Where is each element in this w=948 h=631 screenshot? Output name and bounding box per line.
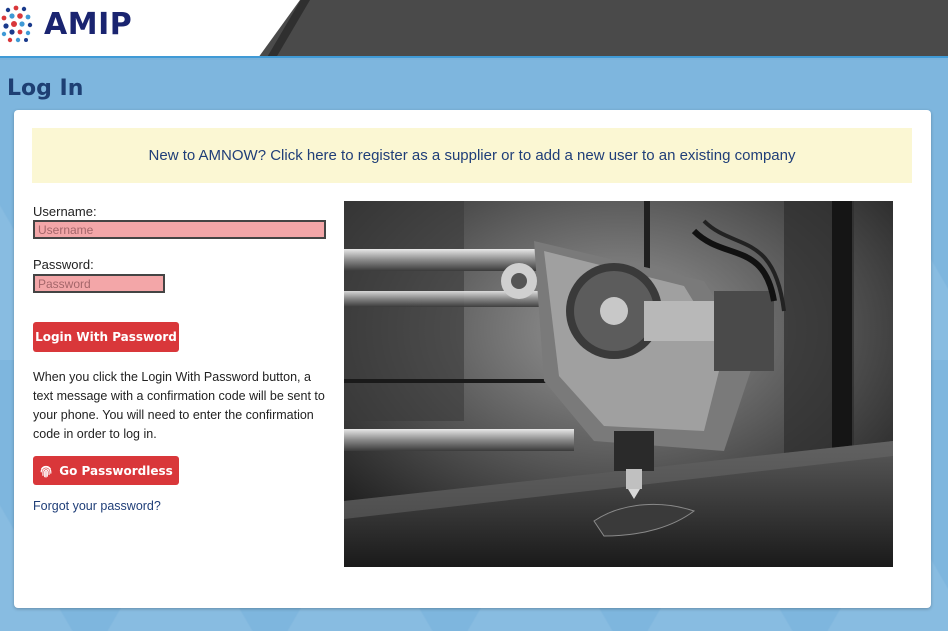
register-link[interactable]: New to AMNOW? Click here to register as … — [149, 147, 796, 164]
password-label: Password: — [33, 257, 94, 272]
forgot-password-link[interactable]: Forgot your password? — [33, 499, 161, 513]
site-logo[interactable]: AMIP — [0, 4, 132, 44]
go-passwordless-label: Go Passwordless — [59, 463, 173, 478]
site-header: AMIP — [0, 0, 948, 58]
3d-printer-image — [344, 201, 893, 567]
password-input[interactable] — [33, 274, 165, 293]
page-title: Log In — [7, 76, 84, 101]
logo-mark-icon — [1, 5, 33, 43]
username-label: Username: — [33, 204, 97, 219]
login-with-password-label: Login With Password — [35, 330, 177, 344]
go-passwordless-button[interactable]: Go Passwordless — [33, 456, 179, 485]
3d-printer-photo — [344, 201, 893, 567]
logo-text: AMIP — [44, 6, 133, 42]
fingerprint-icon — [40, 465, 52, 478]
login-info-text: When you click the Login With Password b… — [33, 370, 325, 441]
header-accent-bar — [0, 56, 948, 58]
register-notice: New to AMNOW? Click here to register as … — [32, 128, 912, 183]
username-input[interactable] — [33, 220, 326, 239]
login-card: New to AMNOW? Click here to register as … — [14, 110, 931, 608]
login-with-password-button[interactable]: Login With Password — [33, 322, 179, 352]
